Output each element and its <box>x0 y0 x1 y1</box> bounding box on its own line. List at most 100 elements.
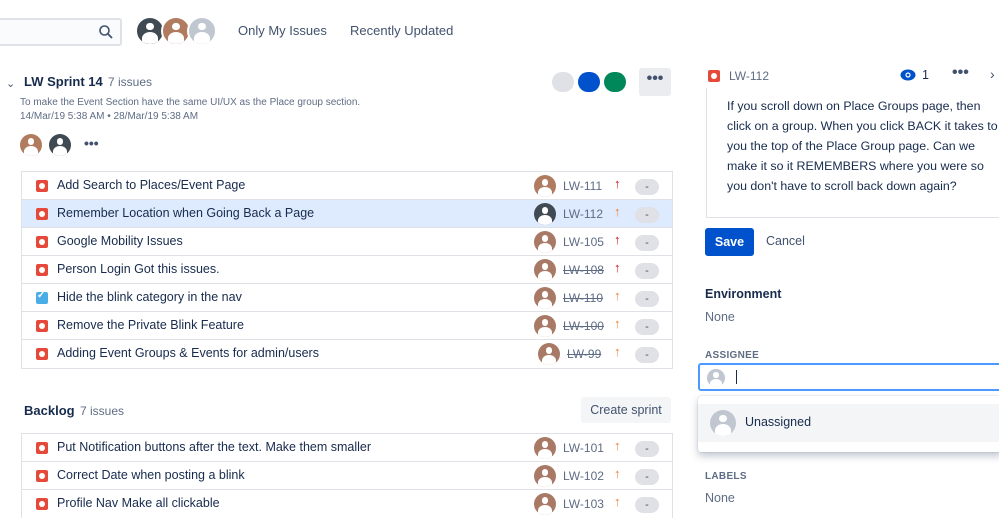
description-text[interactable]: If you scroll down on Place Groups page,… <box>727 96 999 196</box>
option-label: Unassigned <box>745 415 812 429</box>
issue-row[interactable]: Profile Nav Make all clickable LW-103 ↑ - <box>22 490 672 518</box>
issue-key[interactable]: LW-111 <box>563 179 602 193</box>
sprint-issue-list: Add Search to Places/Event Page LW-111 ↑ - R… <box>21 171 673 369</box>
watcher-count: 1 <box>922 68 929 82</box>
issue-summary[interactable]: Person Login Got this issues. <box>57 262 220 276</box>
assignee-avatar[interactable] <box>534 465 556 487</box>
cancel-button[interactable]: Cancel <box>766 234 805 248</box>
issue-row[interactable]: Google Mobility Issues LW-105 ↑ - <box>22 228 672 256</box>
user-placeholder-icon <box>710 410 736 436</box>
issue-row[interactable]: Remember Location when Going Back a Page… <box>22 200 672 228</box>
issue-key[interactable]: LW-99 <box>567 347 601 361</box>
issue-key[interactable]: LW-105 <box>563 235 604 249</box>
issue-detail-panel: LW-112 1 ••• › If you scroll down on Pla… <box>690 60 999 523</box>
backlog-name: Backlog <box>24 403 75 418</box>
bug-icon <box>36 498 48 510</box>
issue-summary[interactable]: Hide the blink category in the nav <box>57 290 242 304</box>
estimate-badge[interactable]: - <box>635 441 659 457</box>
assignee-avatar[interactable] <box>534 175 556 197</box>
assignee-avatar[interactable] <box>534 315 556 337</box>
description-editor[interactable]: If you scroll down on Place Groups page,… <box>706 88 999 218</box>
estimate-badge[interactable]: - <box>635 469 659 485</box>
more-participants-icon[interactable]: ••• <box>84 135 99 151</box>
sprint-goal: To make the Event Section have the same … <box>20 97 361 108</box>
more-actions-button[interactable]: ••• <box>952 64 969 82</box>
save-button[interactable]: Save <box>705 228 754 256</box>
assignee-avatar[interactable] <box>534 493 556 515</box>
issue-summary[interactable]: Correct Date when posting a blink <box>57 468 245 482</box>
issue-key[interactable]: LW-101 <box>563 441 604 455</box>
sprint-more-button[interactable]: ••• <box>639 68 671 96</box>
priority-medium-icon: ↑ <box>614 438 621 453</box>
status-done-badge <box>604 72 626 92</box>
avatar[interactable] <box>20 134 42 156</box>
estimate-badge[interactable]: - <box>635 179 659 195</box>
chevron-right-icon[interactable]: › <box>990 66 995 82</box>
board-toolbar: Only My Issues Recently Updated <box>0 0 999 64</box>
priority-medium-icon: ↑ <box>614 288 621 303</box>
issue-key[interactable]: LW-112 <box>563 207 603 221</box>
environment-label: Environment <box>705 287 782 301</box>
assignee-input[interactable] <box>698 363 999 391</box>
issue-summary[interactable]: Add Search to Places/Event Page <box>57 178 245 192</box>
issue-summary[interactable]: Google Mobility Issues <box>57 234 183 248</box>
bug-icon <box>36 348 48 360</box>
status-todo-badge <box>552 72 574 92</box>
issue-row[interactable]: Put Notification buttons after the text.… <box>22 434 672 462</box>
issue-row[interactable]: Remove the Private Blink Feature LW-100 ↑ - <box>22 312 672 340</box>
environment-value[interactable]: None <box>705 310 735 324</box>
bug-icon <box>36 180 48 192</box>
assignee-avatar[interactable] <box>538 343 560 365</box>
eye-icon[interactable] <box>900 69 916 81</box>
estimate-badge[interactable]: - <box>635 207 659 223</box>
assignee-avatar[interactable] <box>534 203 556 225</box>
priority-medium-icon: ↑ <box>614 204 621 219</box>
issue-summary[interactable]: Remember Location when Going Back a Page <box>57 206 314 220</box>
estimate-badge[interactable]: - <box>635 497 659 513</box>
assignee-avatar[interactable] <box>534 259 556 281</box>
priority-medium-icon: ↑ <box>614 316 621 331</box>
bug-icon <box>36 442 48 454</box>
issue-row[interactable]: Hide the blink category in the nav LW-110… <box>22 284 672 312</box>
issue-row[interactable]: Add Search to Places/Event Page LW-111 ↑ - <box>22 172 672 200</box>
issue-key[interactable]: LW-102 <box>563 469 604 483</box>
assignee-avatar[interactable] <box>534 231 556 253</box>
create-sprint-button[interactable]: Create sprint <box>581 397 671 423</box>
estimate-badge[interactable]: - <box>635 263 659 279</box>
text-caret <box>736 370 737 384</box>
avatar[interactable] <box>187 16 217 46</box>
quick-filter-recently-updated[interactable]: Recently Updated <box>350 23 453 38</box>
priority-high-icon: ↑ <box>614 260 621 275</box>
priority-high-icon: ↑ <box>614 232 621 247</box>
quick-filter-only-my-issues[interactable]: Only My Issues <box>238 23 327 38</box>
issue-key[interactable]: LW-103 <box>563 497 604 511</box>
issue-row[interactable]: Person Login Got this issues. LW-108 ↑ - <box>22 256 672 284</box>
assignee-option-unassigned[interactable]: Unassigned <box>698 404 999 442</box>
backlog-issue-list: Put Notification buttons after the text.… <box>21 433 673 518</box>
search-input[interactable] <box>0 18 122 46</box>
bug-icon <box>36 208 48 220</box>
estimate-badge[interactable]: - <box>635 291 659 307</box>
assignee-avatar[interactable] <box>534 287 556 309</box>
issue-summary[interactable]: Remove the Private Blink Feature <box>57 318 244 332</box>
labels-value[interactable]: None <box>705 491 735 505</box>
issue-row[interactable]: Adding Event Groups & Events for admin/u… <box>22 340 672 368</box>
issue-summary[interactable]: Adding Event Groups & Events for admin/u… <box>57 346 319 360</box>
avatar[interactable] <box>49 134 71 156</box>
assignee-avatar[interactable] <box>534 437 556 459</box>
estimate-badge[interactable]: - <box>635 235 659 251</box>
bug-icon <box>36 320 48 332</box>
user-placeholder-icon <box>707 369 725 387</box>
issue-row[interactable]: Correct Date when posting a blink LW-102 ↑… <box>22 462 672 490</box>
issue-key[interactable]: LW-100 <box>563 319 604 333</box>
estimate-badge[interactable]: - <box>635 319 659 335</box>
issue-summary[interactable]: Put Notification buttons after the text.… <box>57 440 371 454</box>
issue-key-link[interactable]: LW-112 <box>729 69 769 83</box>
chevron-down-icon[interactable]: ⌄ <box>6 77 15 90</box>
sprint-issue-count: 7 issues <box>108 75 153 89</box>
issue-key[interactable]: LW-110 <box>563 291 603 305</box>
issue-key[interactable]: LW-108 <box>563 263 604 277</box>
priority-medium-icon: ↑ <box>614 466 621 481</box>
issue-summary[interactable]: Profile Nav Make all clickable <box>57 496 220 510</box>
estimate-badge[interactable]: - <box>635 347 659 363</box>
